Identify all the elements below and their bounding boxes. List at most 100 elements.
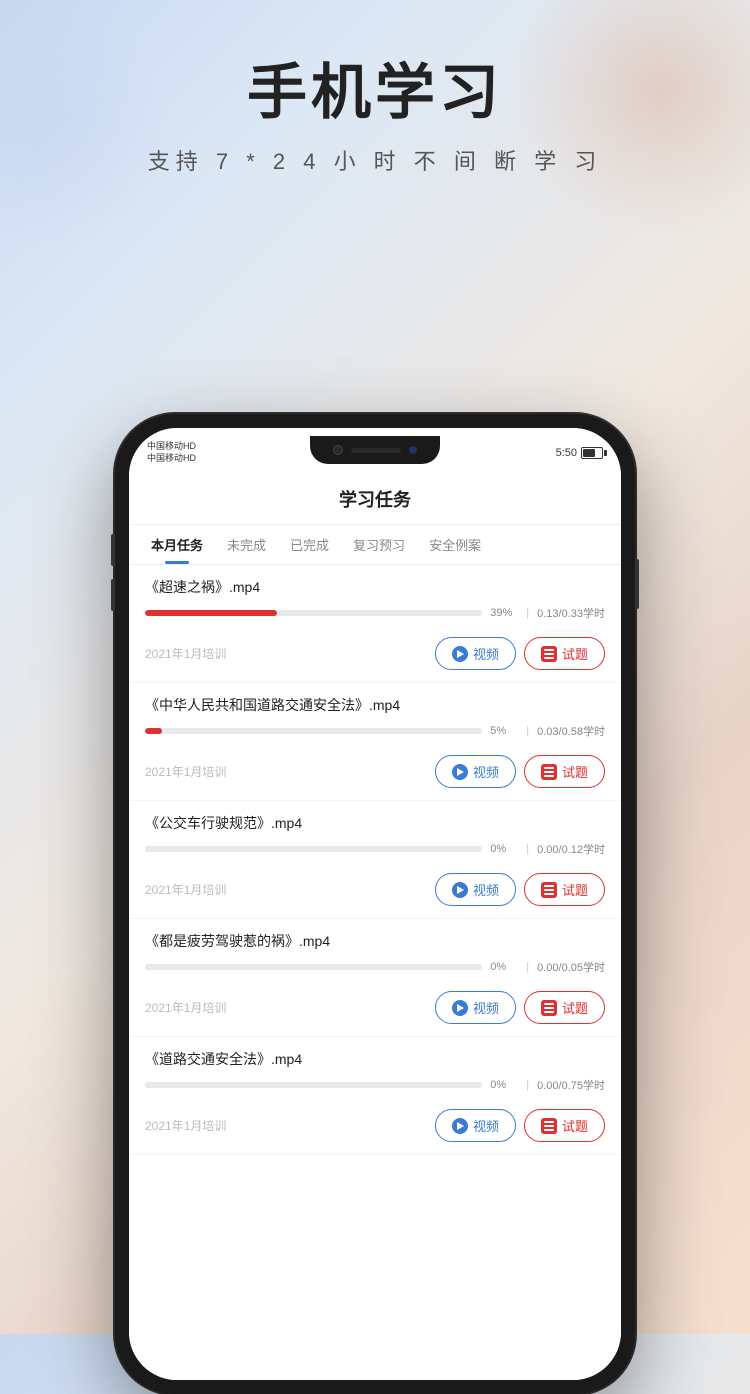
app-content: 学习任务 本月任务 未完成 已完成 复习预习 安全例案 《超速之祸》.mp4 3…	[129, 478, 621, 1380]
progress-divider: |	[526, 961, 529, 973]
training-label: 2021年1月培训	[145, 999, 226, 1016]
training-label: 2021年1月培训	[145, 645, 226, 662]
progress-row: 0% | 0.00/0.75学时	[145, 1077, 605, 1093]
power-button	[635, 559, 639, 609]
notch	[310, 436, 440, 464]
volume-down-button	[111, 579, 115, 611]
video-label: 视频	[473, 762, 499, 781]
progress-bar-wrap	[145, 846, 482, 852]
progress-percent: 0%	[490, 843, 518, 855]
video-button[interactable]: 视频	[435, 873, 516, 906]
lesson-item: 《道路交通安全法》.mp4 0% | 0.00/0.75学时 2021年1月培训…	[129, 1037, 621, 1155]
lesson-item: 《超速之祸》.mp4 39% | 0.13/0.33学时 2021年1月培训 视…	[129, 565, 621, 683]
header-area: 手机学习 支持 7 * 2 4 小 时 不 间 断 学 习	[0, 60, 750, 176]
tab-safety[interactable]: 安全例案	[417, 525, 493, 564]
phone-mockup: 中国移动HD 中国移动HD 5:50	[115, 414, 635, 1394]
video-button[interactable]: 视频	[435, 991, 516, 1024]
exam-line-3	[544, 775, 554, 777]
video-button[interactable]: 视频	[435, 1109, 516, 1142]
exam-button[interactable]: 试题	[524, 755, 605, 788]
progress-hours: 0.03/0.58学时	[537, 723, 605, 739]
action-buttons: 视频 试题	[435, 1109, 605, 1142]
training-label: 2021年1月培训	[145, 1117, 226, 1134]
progress-hours: 0.00/0.12学时	[537, 841, 605, 857]
training-label: 2021年1月培训	[145, 763, 226, 780]
play-icon	[452, 1000, 468, 1016]
progress-divider: |	[526, 725, 529, 737]
exam-icon	[541, 646, 557, 662]
video-button[interactable]: 视频	[435, 637, 516, 670]
play-icon	[452, 646, 468, 662]
lesson-title: 《公交车行驶规范》.mp4	[145, 813, 605, 833]
progress-row: 0% | 0.00/0.05学时	[145, 959, 605, 975]
lesson-title: 《超速之祸》.mp4	[145, 577, 605, 597]
exam-button[interactable]: 试题	[524, 1109, 605, 1142]
tab-completed[interactable]: 已完成	[278, 525, 341, 564]
video-label: 视频	[473, 880, 499, 899]
exam-line-3	[544, 657, 554, 659]
lesson-title: 《中华人民共和国道路交通安全法》.mp4	[145, 695, 605, 715]
progress-bar-wrap	[145, 964, 482, 970]
exam-label: 试题	[562, 762, 588, 781]
progress-hours: 0.00/0.05学时	[537, 959, 605, 975]
progress-bar-wrap	[145, 728, 482, 734]
battery-fill	[583, 449, 595, 457]
action-row: 2021年1月培训 视频 试题	[145, 747, 605, 800]
progress-row: 39% | 0.13/0.33学时	[145, 605, 605, 621]
main-title: 手机学习	[0, 60, 750, 126]
exam-label: 试题	[562, 880, 588, 899]
exam-icon	[541, 764, 557, 780]
lesson-title: 《都是疲劳驾驶惹的祸》.mp4	[145, 931, 605, 951]
play-icon	[452, 764, 468, 780]
progress-bar-wrap	[145, 1082, 482, 1088]
exam-line-1	[544, 1003, 554, 1005]
progress-divider: |	[526, 607, 529, 619]
exam-button[interactable]: 试题	[524, 991, 605, 1024]
app-title: 学习任务	[129, 486, 621, 512]
exam-label: 试题	[562, 1116, 588, 1135]
progress-hours: 0.13/0.33学时	[537, 605, 605, 621]
action-buttons: 视频 试题	[435, 755, 605, 788]
exam-line-1	[544, 1121, 554, 1123]
tab-incomplete[interactable]: 未完成	[215, 525, 278, 564]
lesson-item: 《公交车行驶规范》.mp4 0% | 0.00/0.12学时 2021年1月培训…	[129, 801, 621, 919]
exam-button[interactable]: 试题	[524, 637, 605, 670]
tab-review[interactable]: 复习预习	[341, 525, 417, 564]
carrier-info: 中国移动HD 中国移动HD	[147, 441, 196, 464]
progress-bar-wrap	[145, 610, 482, 616]
progress-bar-fill	[145, 610, 277, 616]
exam-line-3	[544, 893, 554, 895]
action-buttons: 视频 试题	[435, 873, 605, 906]
progress-divider: |	[526, 1079, 529, 1091]
sub-title: 支持 7 * 2 4 小 时 不 间 断 学 习	[0, 144, 750, 176]
sensor	[409, 446, 417, 454]
progress-row: 5% | 0.03/0.58学时	[145, 723, 605, 739]
action-row: 2021年1月培训 视频 试题	[145, 865, 605, 918]
exam-line-2	[544, 653, 554, 655]
progress-percent: 0%	[490, 1079, 518, 1091]
time-display: 5:50	[556, 447, 577, 459]
battery-icon	[581, 447, 603, 459]
exam-button[interactable]: 试题	[524, 873, 605, 906]
training-label: 2021年1月培训	[145, 881, 226, 898]
tab-bar: 本月任务 未完成 已完成 复习预习 安全例案	[129, 525, 621, 565]
video-button[interactable]: 视频	[435, 755, 516, 788]
exam-icon	[541, 882, 557, 898]
action-row: 2021年1月培训 视频 试题	[145, 629, 605, 682]
video-label: 视频	[473, 998, 499, 1017]
video-label: 视频	[473, 644, 499, 663]
lesson-item: 《中华人民共和国道路交通安全法》.mp4 5% | 0.03/0.58学时 20…	[129, 683, 621, 801]
play-icon	[452, 882, 468, 898]
exam-label: 试题	[562, 644, 588, 663]
lesson-item: 《都是疲劳驾驶惹的祸》.mp4 0% | 0.00/0.05学时 2021年1月…	[129, 919, 621, 1037]
exam-line-3	[544, 1129, 554, 1131]
exam-line-2	[544, 1125, 554, 1127]
progress-percent: 5%	[490, 725, 518, 737]
progress-percent: 39%	[490, 607, 518, 619]
tab-current-month[interactable]: 本月任务	[139, 525, 215, 564]
play-icon	[452, 1118, 468, 1134]
progress-hours: 0.00/0.75学时	[537, 1077, 605, 1093]
video-label: 视频	[473, 1116, 499, 1135]
exam-line-2	[544, 889, 554, 891]
lesson-title: 《道路交通安全法》.mp4	[145, 1049, 605, 1069]
